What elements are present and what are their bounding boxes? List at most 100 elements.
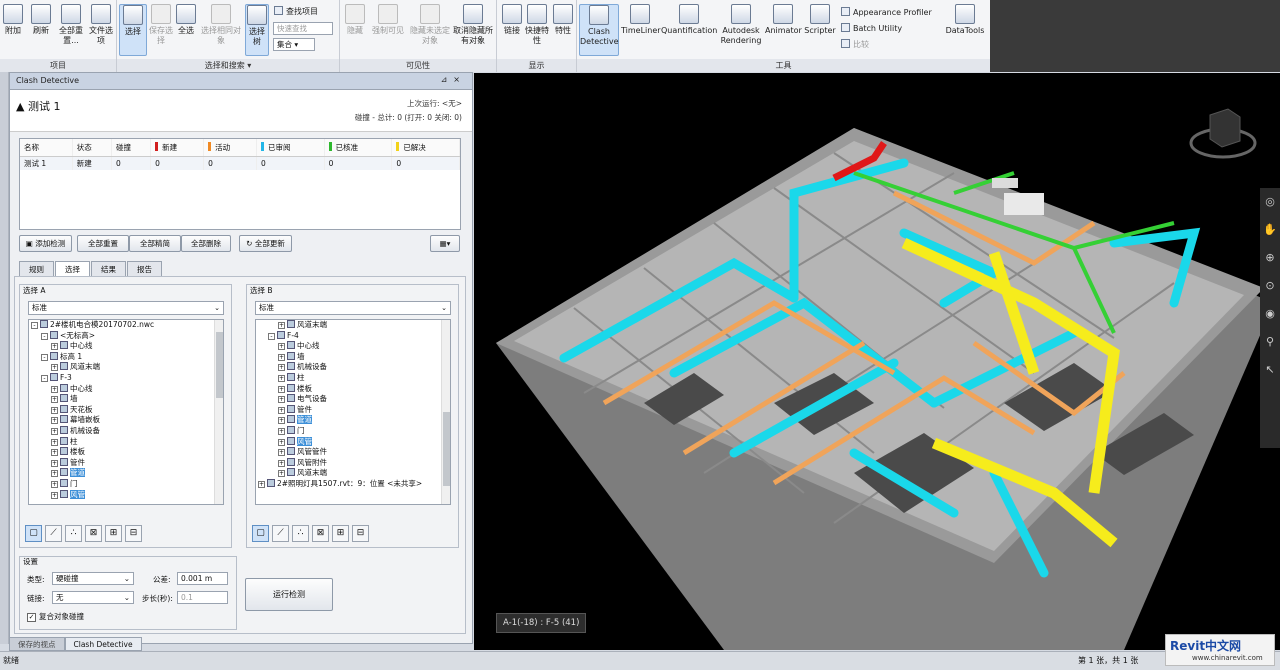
selection-a-tree[interactable]: -2#楼机电合模20170702.nwc - <无标高> + 中心线 - 标高 1 + 风道末端… [28, 319, 224, 505]
tree-item[interactable]: + 风道末端 [29, 362, 223, 373]
lines-icon[interactable]: ⟋ [272, 525, 289, 542]
timeliner-button[interactable]: TimeLiner [621, 4, 661, 36]
tree-item[interactable]: + 中心线 [256, 341, 450, 352]
expand-icon[interactable]: + [278, 353, 285, 361]
reset-all-tests-button[interactable]: 全部重置 [77, 235, 129, 252]
expand-icon[interactable]: + [278, 427, 285, 435]
tree-item[interactable]: - <无标高> [29, 330, 223, 342]
composite-checkbox[interactable]: ✓ 复合对象碰撞 [27, 611, 84, 622]
expand-icon[interactable]: + [51, 406, 58, 414]
orbit-icon[interactable]: ⊙ [1260, 272, 1280, 300]
pin-icon[interactable]: ⊿ [441, 75, 454, 84]
lines-icon[interactable]: ⟋ [45, 525, 62, 542]
column-header[interactable]: 新建 [150, 139, 205, 157]
hide-unselected-button[interactable]: 隐藏未选定对象 [408, 4, 452, 46]
points-icon[interactable]: ∴ [65, 525, 82, 542]
tree-item[interactable]: + 风管附件 [256, 457, 450, 469]
type-select[interactable]: 硬碰撞 ⌄ [52, 572, 134, 585]
hide-button[interactable]: 隐藏 [343, 4, 367, 36]
tree-item[interactable]: + 管道 [29, 468, 223, 479]
tree-item[interactable]: + 天花板 [29, 404, 223, 416]
expand-icon[interactable]: + [51, 427, 58, 435]
add-test-button[interactable]: ▣ 添加检测 [19, 235, 72, 252]
expand-icon[interactable]: + [51, 459, 58, 467]
tree-item[interactable]: + 柱 [256, 372, 450, 384]
expand-icon[interactable]: + [278, 459, 285, 467]
scrollbar[interactable] [214, 320, 223, 504]
scripter-button[interactable]: Scripter [803, 4, 837, 36]
expand-icon[interactable]: + [258, 480, 265, 488]
collapse-icon[interactable]: - [41, 374, 48, 382]
column-header[interactable]: 已解决 [391, 139, 460, 157]
expand-icon[interactable]: + [51, 385, 58, 393]
tab-saved-viewpoints[interactable]: 保存的视点 [9, 637, 65, 651]
points-icon[interactable]: ∴ [292, 525, 309, 542]
links-button[interactable]: 链接 [501, 4, 523, 36]
expand-icon[interactable]: + [51, 449, 58, 457]
tree-item[interactable]: + 机械设备 [256, 362, 450, 373]
tab-clash-detective[interactable]: Clash Detective [64, 637, 142, 651]
column-header[interactable]: 碰撞 [111, 139, 152, 157]
column-header[interactable]: 已核准 [324, 139, 393, 157]
select-in-scene-icon[interactable]: ⊟ [352, 525, 369, 542]
tree-item[interactable]: + 门 [29, 478, 223, 490]
tree-item[interactable]: + 风管 [29, 489, 223, 501]
collapse-icon[interactable]: - [31, 322, 38, 329]
tree-item[interactable]: - F-3 [29, 372, 223, 384]
tree-item[interactable]: + 管件 [29, 457, 223, 469]
properties-button[interactable]: 特性 [551, 4, 575, 36]
selection-b-tree[interactable]: + 风道末端 - F-4 + 中心线 + 墙 + 机械设备 + 柱 + 楼板 + 电气设备 + 管件 + 管道 + 门 + 风… [255, 319, 451, 505]
quick-find-input[interactable]: 快速查找 [273, 22, 333, 35]
refresh-button[interactable]: 刷新 [29, 4, 53, 36]
pan-icon[interactable]: ✋ [1260, 216, 1280, 244]
compare-button[interactable]: 比较 [841, 39, 869, 50]
tree-item[interactable]: + 风道末端 [256, 468, 450, 479]
surfaces-icon[interactable]: ▢ [252, 525, 269, 542]
tab-report[interactable]: 报告 [127, 261, 162, 277]
tab-results[interactable]: 结果 [91, 261, 126, 277]
expand-icon[interactable]: + [278, 417, 285, 425]
surfaces-icon[interactable]: ▢ [25, 525, 42, 542]
selection-b-combo[interactable]: 标准 ⌄ [255, 301, 451, 315]
link-select[interactable]: 无 ⌄ [52, 591, 134, 604]
expand-icon[interactable]: + [51, 438, 58, 446]
tab-rules[interactable]: 规则 [19, 261, 54, 277]
select-in-scene-icon[interactable]: ⊟ [125, 525, 142, 542]
column-header[interactable]: 已审阅 [256, 139, 325, 157]
selection-a-combo[interactable]: 标准 ⌄ [28, 301, 224, 315]
3d-viewport[interactable]: ◎ ✋ ⊕ ⊙ ◉ ⚲ ↖ A-1(-18) : F-5 (41) [474, 73, 1280, 650]
selection-tree-button[interactable]: 选择树 [245, 4, 269, 56]
collapse-icon[interactable]: - [41, 353, 48, 361]
expand-icon[interactable]: + [278, 322, 285, 329]
expand-icon[interactable]: + [278, 470, 285, 478]
select-icon[interactable]: ↖ [1260, 356, 1280, 384]
look-icon[interactable]: ◉ [1260, 300, 1280, 328]
tree-item[interactable]: + 墙 [29, 394, 223, 405]
expand-icon[interactable]: + [51, 343, 58, 351]
expand-icon[interactable]: + [278, 374, 285, 382]
select-all-button[interactable]: 全选 [175, 4, 197, 36]
batch-utility-button[interactable]: Batch Utility [841, 23, 902, 33]
export-dropdown-button[interactable]: ▦▾ [430, 235, 460, 252]
tree-item[interactable]: + 风管 [256, 436, 450, 448]
expand-icon[interactable]: + [278, 449, 285, 457]
collapse-icon[interactable]: - [268, 332, 275, 340]
select-same-button[interactable]: 选择相同对象 [201, 4, 241, 46]
tree-item[interactable]: + 楼板 [29, 447, 223, 458]
expand-icon[interactable]: + [278, 364, 285, 372]
tree-item[interactable]: + 风道末端 [256, 320, 450, 331]
tree-item[interactable]: - F-4 [256, 330, 450, 342]
steering-wheel-icon[interactable]: ◎ [1260, 188, 1280, 216]
run-test-button[interactable]: 运行检测 [245, 578, 333, 611]
tree-item[interactable]: -2#楼机电合模20170702.nwc [29, 320, 223, 331]
datatools-button[interactable]: DataTools [943, 4, 987, 36]
viewcube[interactable] [1188, 103, 1258, 163]
compact-all-button[interactable]: 全部精简 [129, 235, 181, 252]
tree-item[interactable]: + 管件 [256, 404, 450, 416]
unhide-all-button[interactable]: 取消隐藏所有对象 [452, 4, 494, 46]
select-button[interactable]: 选择 [119, 4, 147, 56]
expand-icon[interactable]: + [278, 396, 285, 404]
collapse-icon[interactable]: ▲ [16, 100, 24, 113]
delete-all-button[interactable]: 全部删除 [181, 235, 231, 252]
expand-icon[interactable]: + [51, 470, 58, 478]
